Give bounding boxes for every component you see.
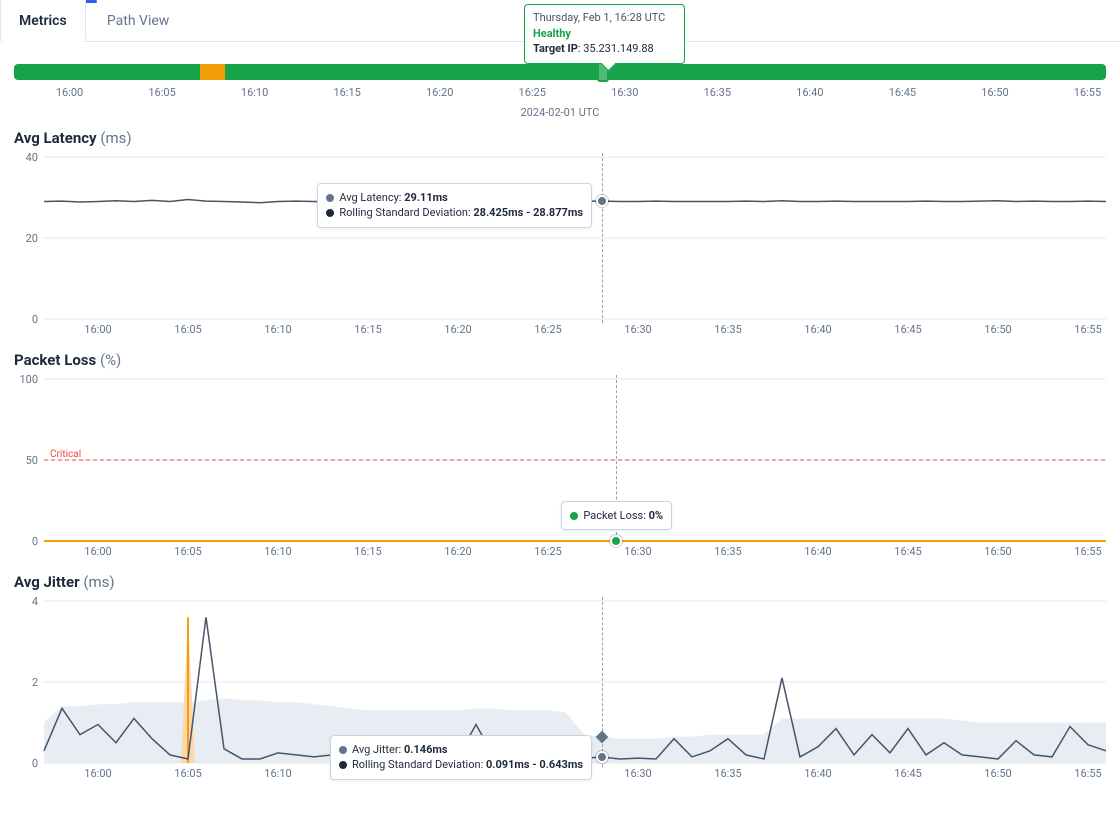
x-tick: 16:35 <box>714 767 741 780</box>
status-tooltip-time: Thursday, Feb 1, 16:28 UTC <box>533 11 676 26</box>
x-tick: 16:35 <box>714 323 741 336</box>
jitter-tooltip: Avg Jitter: 0.146msRolling Standard Devi… <box>330 735 592 780</box>
x-tick: 16:05 <box>174 767 201 780</box>
latency-chart[interactable]: 0 20 40 16:00 16:05 16:10 16:15 16:20 16:25 16:30… <box>14 153 1106 341</box>
x-tick: 16:50 <box>984 323 1011 336</box>
timeline-tick: 16:45 <box>889 86 916 99</box>
x-tick: 16:35 <box>714 545 741 558</box>
jitter-panel: Avg Jitter (ms) 02416:0016:0516:1016:151… <box>0 563 1120 785</box>
x-tick: 16:30 <box>624 323 651 336</box>
svg-text:50: 50 <box>26 454 38 467</box>
x-tick: 16:25 <box>534 323 561 336</box>
latency-title: Avg Latency (ms) <box>14 129 1106 147</box>
timeline-tick: 16:40 <box>796 86 823 99</box>
status-warning-segment[interactable] <box>200 64 225 80</box>
jitter-cursor-dot <box>596 751 608 763</box>
x-tick: 16:50 <box>984 767 1011 780</box>
timeline-tick: 16:10 <box>241 86 268 99</box>
x-tick: 16:50 <box>984 545 1011 558</box>
timeline-tick: 16:15 <box>333 86 360 99</box>
x-tick: 16:15 <box>354 323 381 336</box>
packet-loss-panel: Packet Loss (%) 0 50 100 Critical 16:00 16:05… <box>0 341 1120 563</box>
svg-text:4: 4 <box>32 597 38 608</box>
x-tick: 16:05 <box>174 545 201 558</box>
x-tick: 16:20 <box>444 323 471 336</box>
latency-panel: Avg Latency (ms) 0 20 40 16:00 16:05 16:10 16:… <box>0 119 1120 341</box>
status-date: 2024-02-01 UTC <box>14 106 1106 119</box>
x-tick: 16:45 <box>894 323 921 336</box>
status-tooltip: Thursday, Feb 1, 16:28 UTC Healthy Targe… <box>524 4 685 64</box>
svg-text:0: 0 <box>32 757 38 770</box>
timeline-tick: 16:00 <box>56 86 83 99</box>
x-tick: 16:20 <box>444 545 471 558</box>
timeline-tick: 16:50 <box>981 86 1008 99</box>
svg-text:2: 2 <box>32 676 38 689</box>
status-tooltip-target: Target IP: 35.231.149.88 <box>533 42 676 57</box>
x-tick: 16:00 <box>84 323 111 336</box>
timeline-tick: 16:05 <box>148 86 175 99</box>
x-tick: 16:25 <box>534 545 561 558</box>
x-tick: 16:10 <box>264 767 291 780</box>
timeline-tick: 16:35 <box>704 86 731 99</box>
tab-metrics[interactable]: Metrics <box>0 0 86 42</box>
x-tick: 16:30 <box>624 767 651 780</box>
svg-text:0: 0 <box>32 313 38 326</box>
svg-text:Critical: Critical <box>50 449 81 460</box>
x-tick: 16:05 <box>174 323 201 336</box>
svg-text:20: 20 <box>26 232 38 245</box>
svg-text:0: 0 <box>32 535 38 548</box>
x-tick: 16:30 <box>624 545 651 558</box>
packet-loss-chart[interactable]: 0 50 100 Critical 16:00 16:05 16:10 16:15 16:20 1… <box>14 375 1106 563</box>
status-axis: 16:00 16:05 16:10 16:15 16:20 16:25 16:30 16:35… <box>14 86 1106 104</box>
x-tick: 16:10 <box>264 323 291 336</box>
x-tick: 16:40 <box>804 767 831 780</box>
timeline-tick: 16:55 <box>1074 86 1101 99</box>
jitter-title: Avg Jitter (ms) <box>14 573 1106 591</box>
latency-cursor-dot <box>596 195 608 207</box>
x-tick: 16:15 <box>354 545 381 558</box>
tab-path-view[interactable]: Path View <box>89 0 187 42</box>
status-bar[interactable] <box>14 64 1106 80</box>
x-tick: 16:55 <box>1074 323 1101 336</box>
status-tooltip-status: Healthy <box>533 27 676 42</box>
x-tick: 16:45 <box>894 767 921 780</box>
timeline-tick: 16:25 <box>519 86 546 99</box>
packet-loss-tooltip: Packet Loss: 0% <box>561 501 672 530</box>
x-tick: 16:00 <box>84 767 111 780</box>
packet-loss-cursor-dot <box>610 535 622 547</box>
x-tick: 16:45 <box>894 545 921 558</box>
x-tick: 16:40 <box>804 323 831 336</box>
timeline-tick: 16:30 <box>611 86 638 99</box>
hover-line <box>602 153 603 323</box>
x-tick: 16:55 <box>1074 545 1101 558</box>
x-tick: 16:10 <box>264 545 291 558</box>
x-tick: 16:00 <box>84 545 111 558</box>
timeline-tick: 16:20 <box>426 86 453 99</box>
x-tick: 16:55 <box>1074 767 1101 780</box>
svg-text:40: 40 <box>26 153 38 164</box>
packet-loss-title: Packet Loss (%) <box>14 351 1106 369</box>
svg-text:100: 100 <box>19 375 38 386</box>
x-tick: 16:40 <box>804 545 831 558</box>
jitter-chart[interactable]: 02416:0016:0516:1016:1516:2016:2516:3016… <box>14 597 1106 785</box>
latency-tooltip: Avg Latency: 29.11msRolling Standard Dev… <box>317 183 592 228</box>
